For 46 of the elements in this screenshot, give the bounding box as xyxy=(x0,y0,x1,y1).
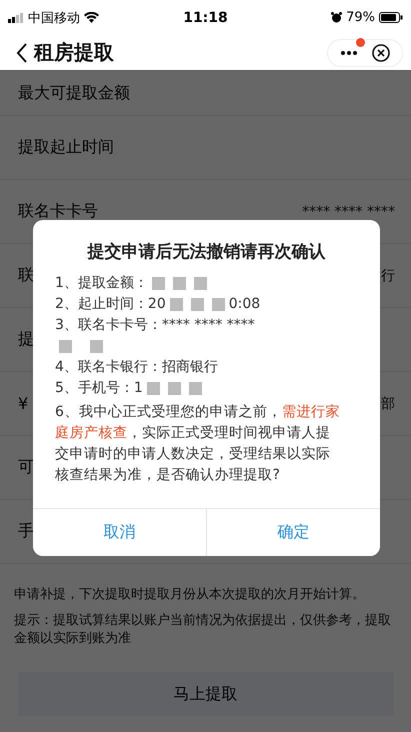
redacted-block xyxy=(146,382,160,395)
redacted-block xyxy=(170,298,183,311)
redacted-block xyxy=(194,277,207,290)
confirm-button[interactable]: 确定 xyxy=(206,509,380,556)
redacted-block xyxy=(172,277,186,290)
field-label: 联名卡卡号 xyxy=(18,201,98,222)
detail-line: 2、起止时间：20 xyxy=(55,295,166,314)
field-label: ¥ xyxy=(18,394,28,413)
redacted-block xyxy=(190,298,204,311)
detail-line: 3、联名卡卡号：**** **** **** xyxy=(55,316,255,335)
field-label: 最大可提取金额 xyxy=(18,82,130,104)
statement-text: 6、我中心正式受理您的申请之前，需进行家庭房产核查，实际正式受理时间视申请人提交申请时的申请人数决定，受理结果以实际核查结果为准，是否确认办理提取? xyxy=(55,403,340,485)
detail-line: 0:08 xyxy=(228,295,260,314)
battery-percent: 79% xyxy=(346,10,375,25)
field-value: 部 xyxy=(381,394,395,412)
close-icon[interactable] xyxy=(372,44,390,62)
field-label: 提 xyxy=(18,329,34,350)
field-label: 手 xyxy=(18,521,34,542)
signal-icon xyxy=(8,12,24,22)
back-icon[interactable] xyxy=(16,42,28,62)
redacted-block xyxy=(188,382,202,395)
submit-button[interactable]: 马上提取 xyxy=(18,672,393,716)
notification-dot xyxy=(356,38,365,46)
more-icon[interactable] xyxy=(340,50,358,56)
redacted-block xyxy=(90,340,103,353)
detail-line: 1、提取金额： xyxy=(55,274,148,293)
field-label: 可 xyxy=(18,457,34,478)
dialog-title: 提交申请后无法撤销请再次确认 xyxy=(86,241,326,264)
notice-text: 申请补提，下次提取时提取月份从本次提取的次月开始计算。 xyxy=(13,586,366,604)
field-label: 提取起止时间 xyxy=(18,137,114,158)
alarm-icon xyxy=(331,12,342,23)
detail-line: 4、联名卡银行：招商银行 xyxy=(55,358,218,377)
carrier-name: 中国移动 xyxy=(28,10,80,26)
tip-text: 提示：提取试算结果以账户当前情况为依据提出，仅供参考，提取金额以实际到账为准 xyxy=(13,612,392,648)
redacted-block xyxy=(59,340,72,353)
redacted-block xyxy=(212,298,225,311)
wifi-icon xyxy=(84,12,99,23)
field-value: 行 xyxy=(381,266,395,284)
field-value: **** **** **** xyxy=(302,204,395,220)
redacted-block xyxy=(168,382,181,395)
page-title: 租房提取 xyxy=(34,39,115,66)
field-label: 联 xyxy=(18,265,34,286)
detail-line: 5、手机号：1 xyxy=(55,379,143,398)
redacted-block xyxy=(152,277,165,290)
clock-time: 11:18 xyxy=(183,10,228,26)
battery-icon xyxy=(378,12,403,23)
